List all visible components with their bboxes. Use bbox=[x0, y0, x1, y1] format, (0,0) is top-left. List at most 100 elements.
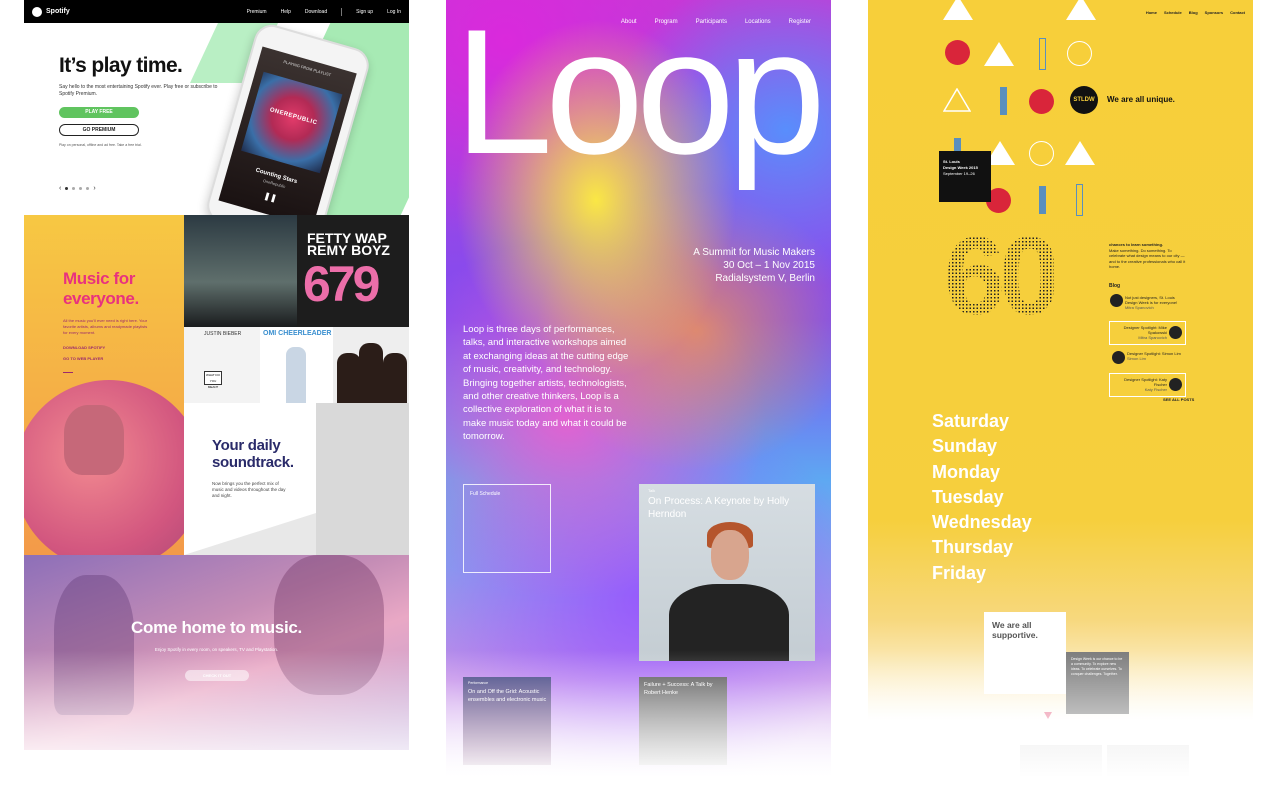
nav-link-help[interactable]: Help bbox=[281, 9, 291, 15]
pager-dot[interactable] bbox=[86, 187, 90, 190]
loop-description: Loop is three days of performances, talk… bbox=[463, 324, 629, 443]
pager-dot[interactable] bbox=[79, 187, 83, 190]
carousel-pager: ‹ › bbox=[59, 185, 96, 192]
spotify-brand-text: Spotify bbox=[46, 8, 70, 15]
full-schedule-card[interactable]: Full Schedule bbox=[463, 484, 551, 573]
day-link[interactable]: Tuesday bbox=[932, 485, 1032, 510]
album-figure bbox=[359, 343, 383, 403]
caret-down-icon[interactable] bbox=[1044, 712, 1052, 719]
talk-title: Failure + Success: A Talk by Robert Henk… bbox=[644, 682, 713, 696]
check-it-out-button[interactable]: CHECK IT OUT bbox=[185, 670, 249, 681]
album-figure bbox=[337, 353, 361, 403]
go-premium-button[interactable]: GO PREMIUM bbox=[59, 124, 139, 136]
album-sign-text: WHAT DO YOU MEAN? bbox=[204, 371, 222, 389]
tagline-line: A Summit for Music Makers bbox=[693, 247, 815, 258]
day-link[interactable]: Thursday bbox=[932, 535, 1032, 560]
album-art-title: ONEREPUBLIC bbox=[268, 107, 318, 127]
event-tagline: A Summit for Music Makers 30 Oct – 1 Nov… bbox=[693, 246, 815, 285]
nav-link-blog[interactable]: Blog bbox=[1189, 10, 1198, 15]
chevron-right-icon[interactable]: › bbox=[93, 185, 95, 192]
pager-dot[interactable] bbox=[72, 187, 76, 190]
nav-link-home[interactable]: Home bbox=[1146, 10, 1157, 15]
nav-link-sponsors[interactable]: Sponsors bbox=[1205, 10, 1223, 15]
album-tile-justin-bieber[interactable]: JUSTIN BIEBER WHAT DO YOU MEAN? bbox=[184, 327, 260, 403]
day-link[interactable]: Friday bbox=[932, 561, 1032, 586]
post-title: Designer Spotlight: Mike Spakowski bbox=[1123, 325, 1167, 335]
nav-link-download[interactable]: Download bbox=[305, 9, 327, 15]
see-all-posts-link[interactable]: SEE ALL POSTS bbox=[1163, 397, 1194, 402]
daily-headline: Your daily soundtrack. bbox=[212, 437, 294, 471]
music-headline: Music for everyone. bbox=[63, 269, 139, 308]
dancer-figure bbox=[54, 575, 134, 715]
talk-card[interactable]: Failure + Success: A Talk by Robert Henk… bbox=[639, 677, 727, 765]
outlined-circle-shape bbox=[1067, 41, 1092, 66]
album-number: 679 bbox=[303, 256, 380, 312]
blog-post[interactable]: Not just designers, St. Louis Design Wee… bbox=[1109, 292, 1186, 316]
nav-link-schedule[interactable]: Schedule bbox=[1164, 10, 1182, 15]
blue-bar-shape bbox=[1000, 87, 1007, 115]
blog-post[interactable]: Designer Spotlight: Mike Spakowski Mitra… bbox=[1109, 321, 1186, 345]
spotify-logo-icon bbox=[32, 6, 42, 17]
performance-card[interactable]: Performance On and Off the Grid: Acousti… bbox=[463, 677, 551, 765]
spotify-logo[interactable]: Spotify bbox=[32, 6, 70, 17]
day-link[interactable]: Saturday bbox=[932, 409, 1032, 434]
outlined-bar-shape bbox=[1076, 184, 1083, 216]
loop-logo[interactable]: Loop bbox=[454, 0, 826, 192]
album-artist-justin: JUSTIN BIEBER bbox=[204, 331, 242, 337]
nav-link-login[interactable]: Log In bbox=[387, 9, 401, 15]
blog-heading: Blog bbox=[1109, 283, 1121, 289]
download-spotify-link[interactable]: DOWNLOAD SPOTIFY bbox=[63, 345, 105, 350]
daily-soundtrack-section: Your daily soundtrack. Now brings you th… bbox=[184, 403, 316, 555]
thumbnail-tile[interactable] bbox=[1107, 745, 1189, 800]
day-link[interactable]: Wednesday bbox=[932, 510, 1032, 535]
spotify-hero: It’s play time. Say hello to the most en… bbox=[24, 23, 409, 215]
day-list: Saturday Sunday Monday Tuesday Wednesday… bbox=[932, 409, 1032, 586]
big-number-60: 60 bbox=[944, 212, 1060, 342]
tagline-dates: 30 Oct – 1 Nov 2015 bbox=[723, 260, 815, 271]
triangle-shape bbox=[943, 0, 973, 20]
come-home-headline: Come home to music. bbox=[131, 618, 302, 637]
album-tile-portrait[interactable] bbox=[184, 215, 297, 327]
music-for-everyone-section: Music for everyone. All the music you’ll… bbox=[24, 215, 204, 570]
chances-body: Make something. Do something. To celebra… bbox=[1109, 247, 1186, 270]
post-title: Not just designers, St. Louis Design Wee… bbox=[1125, 295, 1178, 305]
portrait-body bbox=[669, 584, 789, 661]
post-author: Simon Lim bbox=[1127, 356, 1146, 361]
album-tile-fetty-wap[interactable]: FETTY WAP REMY BOYZ 679 bbox=[297, 215, 409, 327]
spotify-navbar: Spotify Premium Help Download Sign up Lo… bbox=[24, 0, 409, 23]
portrait-image bbox=[64, 405, 124, 475]
hero-subtext: Say hello to the most entertaining Spoti… bbox=[59, 84, 218, 97]
blue-bar-shape bbox=[1039, 186, 1046, 214]
pager-dot[interactable] bbox=[65, 187, 69, 190]
post-author: Mitra Spanovich bbox=[1138, 335, 1167, 340]
triangle-shape bbox=[1066, 0, 1096, 20]
spotify-page: Spotify Premium Help Download Sign up Lo… bbox=[24, 0, 409, 800]
keynote-card[interactable]: Talk On Process: A Keynote by Holly Hern… bbox=[639, 484, 815, 661]
outlined-triangle-shape bbox=[943, 88, 971, 112]
blog-post[interactable]: Designer Spotlight: Simon Lim Simon Lim bbox=[1109, 348, 1186, 372]
play-free-button[interactable]: PLAY FREE bbox=[59, 107, 139, 118]
nav-link-contact[interactable]: Contact bbox=[1230, 10, 1245, 15]
post-author: Mitra Spanovich bbox=[1125, 305, 1154, 310]
day-link[interactable]: Monday bbox=[932, 460, 1032, 485]
blog-post[interactable]: Designer Spotlight: Katy Fischer Katy Fi… bbox=[1109, 373, 1186, 397]
supportive-card: We are all supportive. bbox=[984, 612, 1066, 694]
album-tile-group[interactable] bbox=[333, 327, 409, 403]
nav-link-signup[interactable]: Sign up bbox=[356, 9, 373, 15]
stldw-badge[interactable]: STLDW bbox=[1070, 86, 1098, 114]
performance-title: On and Off the Grid: Acoustic ensembles … bbox=[468, 689, 547, 703]
community-card: Design Week is our chance to be a commun… bbox=[1066, 652, 1129, 714]
post-title: Designer Spotlight: Katy Fischer bbox=[1124, 377, 1167, 387]
design-week-navbar: Home Schedule Blog Sponsors Contact bbox=[1146, 10, 1245, 15]
thumbnail-tile[interactable] bbox=[1020, 745, 1102, 800]
showcase: Spotify Premium Help Download Sign up Lo… bbox=[0, 0, 1280, 800]
triangle-shape bbox=[1065, 141, 1095, 165]
chevron-left-icon[interactable]: ‹ bbox=[59, 185, 61, 192]
hero-fine-print: Play on personal, offline and ad free. T… bbox=[59, 143, 142, 147]
keynote-title: On Process: A Keynote by Holly Herndon bbox=[648, 496, 790, 520]
nav-link-premium[interactable]: Premium bbox=[247, 9, 267, 15]
web-player-link[interactable]: GO TO WEB PLAYER bbox=[63, 356, 103, 361]
day-link[interactable]: Sunday bbox=[932, 434, 1032, 459]
accent-rule bbox=[63, 372, 73, 373]
album-tile-omi[interactable]: OMI CHEERLEADER bbox=[260, 327, 333, 403]
